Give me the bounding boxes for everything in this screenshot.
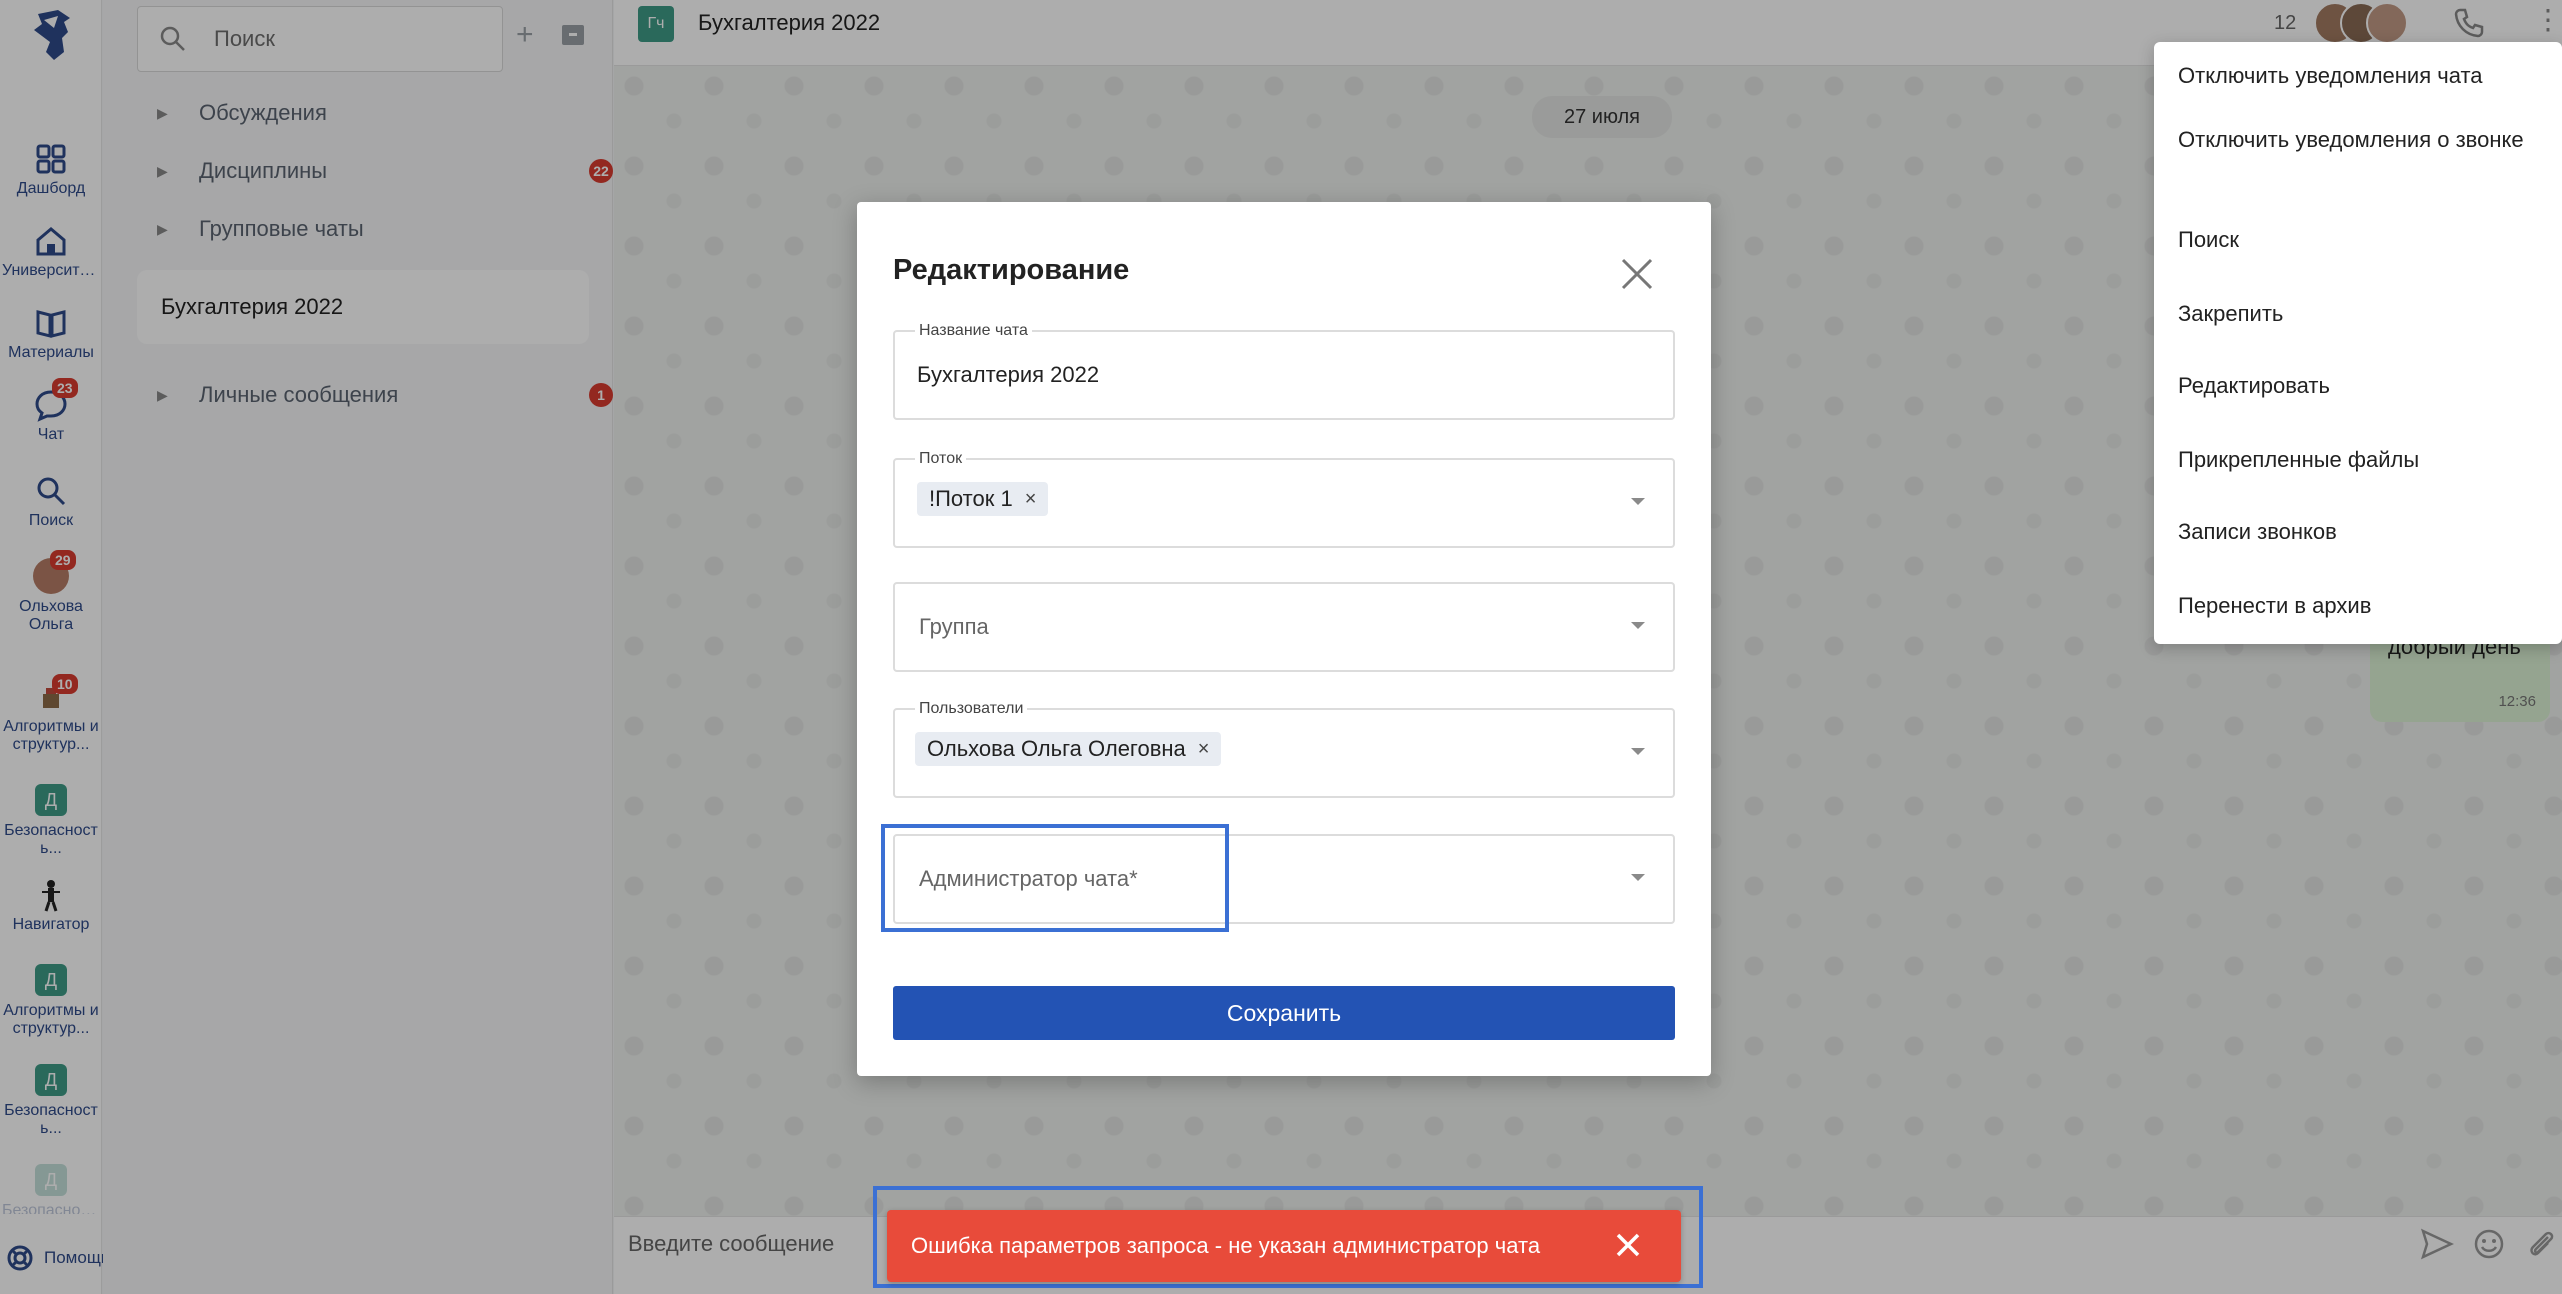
menu-item-archive[interactable]: Перенести в архив (2178, 590, 2548, 622)
menu-item-pin[interactable]: Закрепить (2178, 298, 2548, 330)
edit-chat-modal: Редактирование Название чата Бухгалтерия… (857, 202, 1711, 1076)
user-chip: Ольхова Ольга Олеговна × (915, 732, 1222, 766)
chevron-down-icon[interactable] (1631, 748, 1645, 755)
field-label: Поток (915, 450, 967, 468)
chat-context-menu: Отключить уведомления чата Отключить уве… (2154, 42, 2562, 644)
chevron-down-icon[interactable] (1631, 874, 1645, 881)
group-placeholder: Группа (919, 614, 989, 639)
stream-chip: !Поток 1 × (917, 482, 1049, 516)
users-select[interactable]: Пользователи Ольхова Ольга Олеговна × (893, 700, 1675, 798)
toast-message: Ошибка параметров запроса - не указан ад… (911, 1233, 1541, 1258)
menu-item-attached-files[interactable]: Прикрепленные файлы (2178, 444, 2548, 476)
menu-item-search[interactable]: Поиск (2178, 224, 2548, 256)
menu-item-mute-calls[interactable]: Отключить уведомления о звонке (2178, 124, 2548, 156)
group-select[interactable]: Группа (893, 582, 1675, 672)
chip-remove-icon[interactable]: × (1025, 482, 1037, 516)
chip-remove-icon[interactable]: × (1198, 732, 1210, 766)
error-toast: Ошибка параметров запроса - не указан ад… (887, 1210, 1681, 1282)
chip-label: Ольхова Ольга Олеговна (927, 736, 1186, 761)
chevron-down-icon[interactable] (1631, 622, 1645, 629)
chat-name-field[interactable]: Название чата Бухгалтерия 2022 (893, 322, 1675, 420)
close-icon[interactable] (1619, 256, 1655, 292)
chevron-down-icon[interactable] (1631, 498, 1645, 505)
menu-item-mute-chat[interactable]: Отключить уведомления чата (2178, 60, 2548, 92)
close-icon[interactable] (1615, 1232, 1641, 1258)
chip-label: !Поток 1 (929, 486, 1013, 511)
menu-item-call-records[interactable]: Записи звонков (2178, 516, 2548, 548)
stream-select[interactable]: Поток !Поток 1 × (893, 450, 1675, 548)
modal-title: Редактирование (893, 254, 1130, 286)
menu-item-edit[interactable]: Редактировать (2178, 370, 2548, 402)
chat-name-value: Бухгалтерия 2022 (917, 362, 1100, 387)
field-label: Пользователи (915, 700, 1028, 718)
save-button[interactable]: Сохранить (893, 986, 1675, 1040)
admin-field-highlight (881, 824, 1229, 932)
field-label: Название чата (915, 322, 1032, 340)
